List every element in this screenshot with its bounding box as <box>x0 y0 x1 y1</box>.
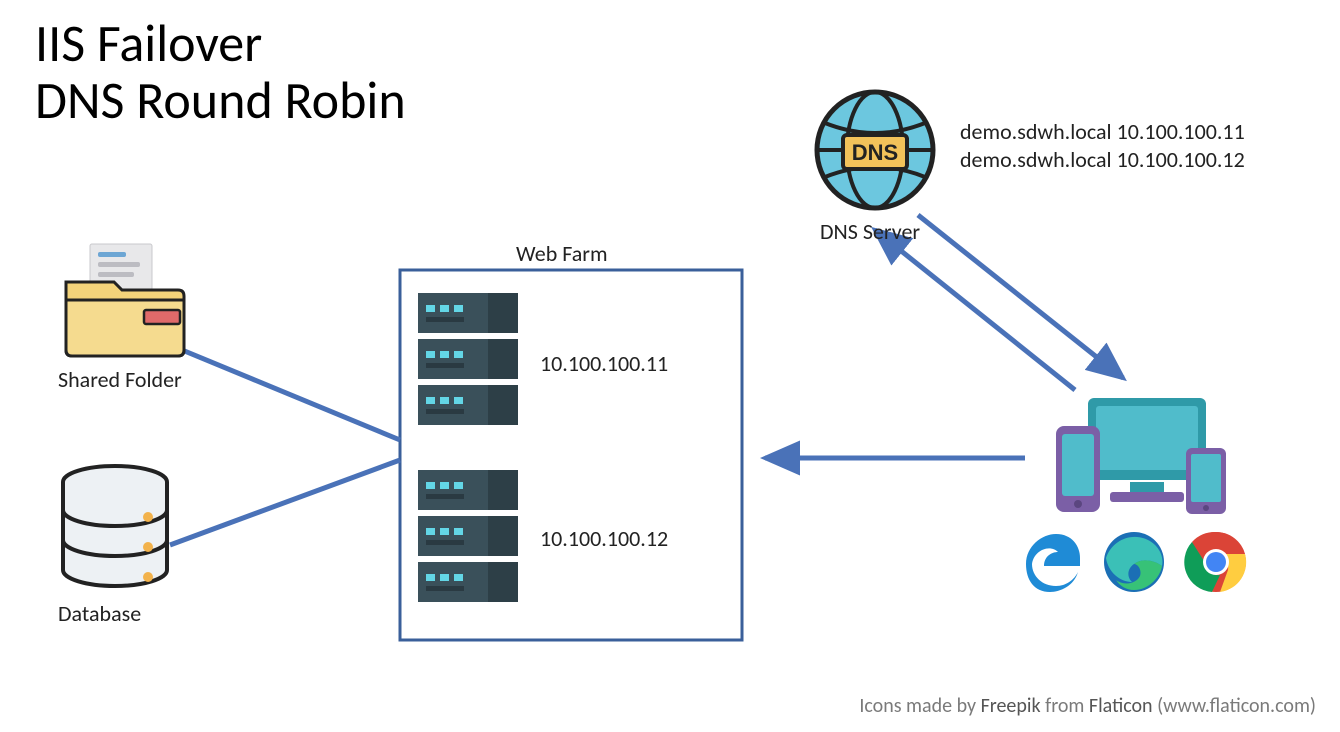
server-2-icon <box>418 470 526 613</box>
edge-legacy-icon <box>1020 530 1084 599</box>
edge-chromium-icon <box>1102 530 1166 599</box>
server-1-ip: 10.100.100.11 <box>540 350 668 377</box>
diagram-title: IIS Failover DNS Round Robin <box>35 15 406 129</box>
connector-db-to-farm <box>170 460 400 545</box>
webfarm-label: Web Farm <box>516 240 608 267</box>
attribution-suffix: (www.flaticon.com) <box>1153 694 1316 718</box>
attribution: Icons made by Freepik from Flaticon (www… <box>859 694 1316 718</box>
server-1-icon <box>418 293 526 436</box>
connector-folder-to-farm <box>170 345 400 440</box>
attribution-mid: from <box>1041 694 1089 718</box>
server-2-ip: 10.100.100.12 <box>540 525 668 552</box>
client-devices-icon <box>1040 390 1230 525</box>
dns-server-label: DNS Server <box>820 218 920 245</box>
browser-icons-row <box>1020 530 1248 599</box>
database-label: Database <box>58 600 141 627</box>
dns-server-icon: DNS <box>810 85 940 220</box>
shared-folder-label: Shared Folder <box>58 366 182 393</box>
dns-records: demo.sdwh.local 10.100.100.11 demo.sdwh.… <box>960 118 1245 173</box>
attribution-prefix: Icons made by <box>859 694 980 718</box>
title-line-2: DNS Round Robin <box>35 68 406 132</box>
svg-text:DNS: DNS <box>852 140 898 165</box>
shared-folder-icon <box>60 238 190 363</box>
chrome-icon <box>1184 530 1248 599</box>
attribution-source: Flaticon <box>1089 694 1153 718</box>
arrow-client-to-dns <box>875 230 1075 390</box>
database-icon <box>55 462 175 597</box>
attribution-author: Freepik <box>981 694 1041 718</box>
dns-record-1: demo.sdwh.local 10.100.100.11 <box>960 118 1245 146</box>
dns-record-2: demo.sdwh.local 10.100.100.12 <box>960 146 1245 174</box>
arrow-dns-to-client <box>918 215 1123 378</box>
title-line-1: IIS Failover <box>35 11 262 75</box>
